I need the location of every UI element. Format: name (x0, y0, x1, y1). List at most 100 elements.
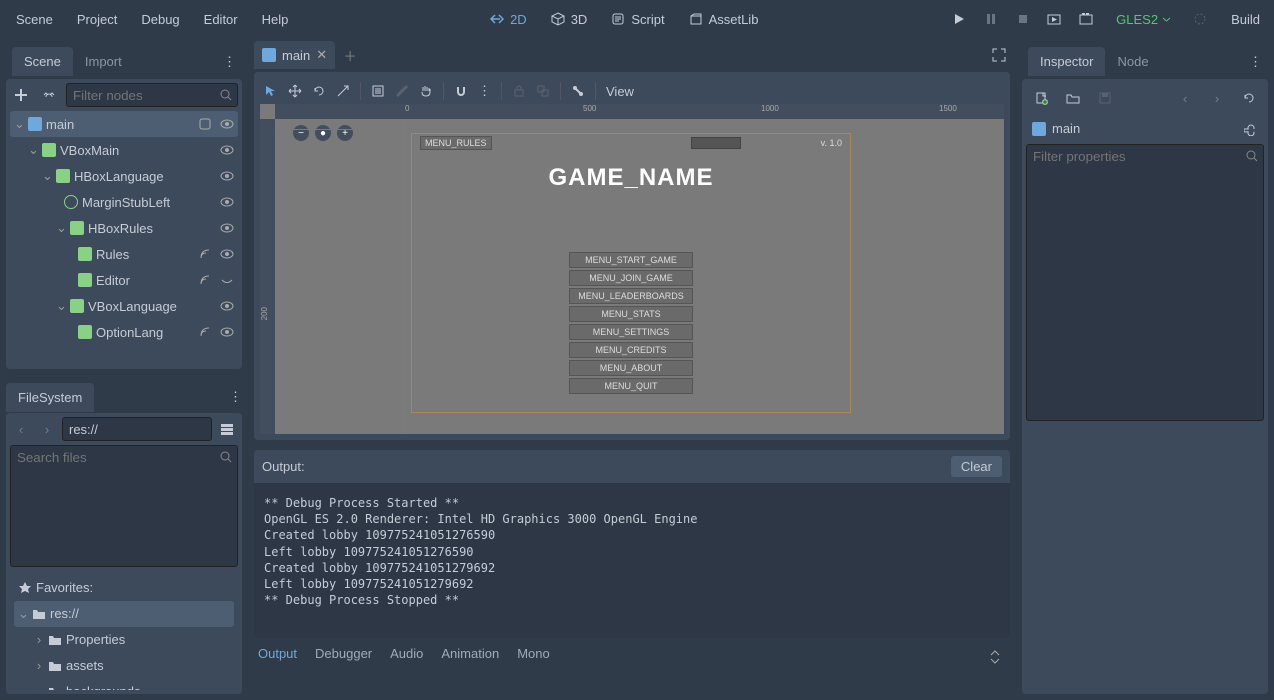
move-tool[interactable] (288, 84, 302, 98)
scene-tab-main[interactable]: main ✕ (254, 41, 335, 69)
history-back-button[interactable]: ‹ (1174, 87, 1196, 109)
distraction-free-button[interactable] (988, 44, 1010, 66)
inspector-properties[interactable] (1026, 424, 1264, 691)
menu-editor[interactable]: Editor (192, 6, 250, 33)
visibility-icon[interactable] (220, 117, 234, 131)
menu-project[interactable]: Project (65, 6, 129, 33)
rotate-tool[interactable] (312, 84, 326, 98)
history-button[interactable] (1238, 87, 1260, 109)
script-indicator-icon[interactable] (198, 117, 212, 131)
inspector-filter-input[interactable] (1026, 144, 1264, 421)
build-button[interactable]: Build (1221, 8, 1270, 31)
list-select-tool[interactable] (371, 84, 385, 98)
snap-options[interactable]: ⋮ (478, 83, 491, 99)
lock-tool[interactable] (512, 84, 526, 98)
group-tool[interactable] (536, 84, 550, 98)
add-node-button[interactable] (10, 84, 32, 106)
tab-filesystem[interactable]: FileSystem (6, 383, 94, 412)
load-resource-button[interactable] (1062, 87, 1084, 109)
bottom-panel-expand[interactable] (984, 646, 1006, 668)
tree-node-optionlang[interactable]: OptionLang (10, 319, 238, 345)
visibility-icon[interactable] (220, 143, 234, 157)
select-tool[interactable] (264, 84, 278, 98)
inspector-dock-menu-icon[interactable]: ⋮ (1249, 54, 1262, 70)
tab-scene[interactable]: Scene (12, 47, 73, 76)
visibility-icon[interactable] (220, 195, 234, 209)
close-tab-button[interactable]: ✕ (316, 47, 327, 63)
tab-inspector[interactable]: Inspector (1028, 47, 1105, 76)
mode-assetlib[interactable]: AssetLib (681, 8, 767, 31)
scene-filter-input[interactable] (66, 83, 238, 107)
snap-tool[interactable] (454, 84, 468, 98)
bottom-tab-animation[interactable]: Animation (441, 646, 499, 668)
renderer-select[interactable]: GLES2 (1108, 8, 1179, 31)
play-scene-button[interactable] (1044, 8, 1066, 30)
tree-node-editor[interactable]: Editor (10, 267, 238, 293)
pan-tool[interactable] (419, 84, 433, 98)
scale-tool[interactable] (336, 84, 350, 98)
tree-node-vboxmain[interactable]: ⌄ VBoxMain (10, 137, 238, 163)
tree-node-hboxlanguage[interactable]: ⌄ HBoxLanguage (10, 163, 238, 189)
menu-scene[interactable]: Scene (4, 6, 65, 33)
output-clear-button[interactable]: Clear (951, 456, 1002, 477)
zoom-in-button[interactable]: + (337, 125, 353, 141)
signal-icon[interactable] (198, 273, 212, 287)
tool-icon[interactable] (1244, 122, 1258, 136)
fs-path-field[interactable]: res:// (62, 417, 212, 441)
bottom-tab-debugger[interactable]: Debugger (315, 646, 372, 668)
inspector-node-selector[interactable]: main (1026, 116, 1264, 141)
zoom-out-button[interactable]: − (293, 125, 309, 141)
game-root-rect[interactable]: MENU_RULES v. 1.0 GAME_NAME MENU_START_G… (411, 133, 851, 413)
game-menu-menu-join-game[interactable]: MENU_JOIN_GAME (569, 270, 693, 286)
fs-view-toggle[interactable] (216, 418, 238, 440)
tree-node-marginstubleft[interactable]: MarginStubLeft (10, 189, 238, 215)
game-lang-select[interactable] (691, 137, 741, 149)
fs-folder-assets[interactable]: ›assets (14, 653, 234, 679)
mode-2d[interactable]: 2D (482, 8, 535, 31)
fs-folder-properties[interactable]: ›Properties (14, 627, 234, 653)
fs-favorites[interactable]: Favorites: (14, 575, 234, 601)
zoom-reset-button[interactable]: ● (315, 125, 331, 141)
instance-scene-button[interactable] (38, 84, 60, 106)
stop-button[interactable] (1012, 8, 1034, 30)
menu-debug[interactable]: Debug (129, 6, 191, 33)
history-forward-button[interactable]: › (1206, 87, 1228, 109)
view-menu[interactable]: View (606, 84, 634, 99)
fs-forward-button[interactable]: › (36, 418, 58, 440)
tab-node[interactable]: Node (1105, 47, 1160, 76)
game-menu-menu-quit[interactable]: MENU_QUIT (569, 378, 693, 394)
bottom-tab-audio[interactable]: Audio (390, 646, 423, 668)
game-menu-menu-start-game[interactable]: MENU_START_GAME (569, 252, 693, 268)
game-menu-menu-settings[interactable]: MENU_SETTINGS (569, 324, 693, 340)
signal-icon[interactable] (198, 247, 212, 261)
bottom-tab-output[interactable]: Output (258, 646, 297, 668)
bone-tool[interactable] (571, 84, 585, 98)
tree-node-hboxrules[interactable]: ⌄ HBoxRules (10, 215, 238, 241)
game-menu-menu-credits[interactable]: MENU_CREDITS (569, 342, 693, 358)
visibility-icon[interactable] (220, 325, 234, 339)
viewport-2d[interactable]: 0 500 1000 1500 200 − ● + (260, 104, 1004, 434)
tree-node-vboxlanguage[interactable]: ⌄ VBoxLanguage (10, 293, 238, 319)
game-menu-menu-about[interactable]: MENU_ABOUT (569, 360, 693, 376)
visibility-icon[interactable] (220, 221, 234, 235)
visibility-icon[interactable] (220, 169, 234, 183)
tree-node-main[interactable]: ⌄ main (10, 111, 238, 137)
save-resource-button[interactable] (1094, 87, 1116, 109)
game-menu-rules-button[interactable]: MENU_RULES (420, 136, 492, 150)
fs-back-button[interactable]: ‹ (10, 418, 32, 440)
pause-button[interactable] (980, 8, 1002, 30)
output-text[interactable]: ** Debug Process Started ** OpenGL ES 2.… (254, 483, 1010, 638)
mode-script[interactable]: Script (603, 8, 672, 31)
tree-node-rules[interactable]: Rules (10, 241, 238, 267)
game-menu-menu-stats[interactable]: MENU_STATS (569, 306, 693, 322)
tree-node-hboxversion[interactable]: › HBoxVersion (10, 345, 238, 349)
menu-help[interactable]: Help (250, 6, 301, 33)
visibility-icon[interactable] (220, 247, 234, 261)
play-custom-scene-button[interactable] (1076, 8, 1098, 30)
fs-root[interactable]: ⌄ res:// (14, 601, 234, 627)
new-resource-button[interactable] (1030, 87, 1052, 109)
bottom-tab-mono[interactable]: Mono (517, 646, 550, 668)
signal-icon[interactable] (198, 325, 212, 339)
fs-folder-backgrounds[interactable]: ›backgrounds (14, 679, 234, 691)
tab-import[interactable]: Import (73, 47, 134, 76)
